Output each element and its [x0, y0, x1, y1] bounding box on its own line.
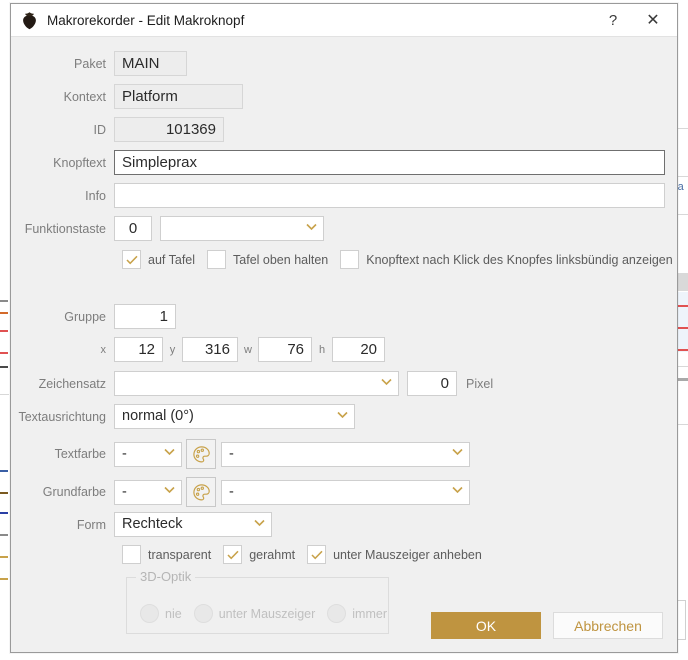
label-funktionstaste: Funktionstaste	[24, 221, 106, 236]
checkbox-box[interactable]	[122, 545, 141, 564]
kontext-field: Platform	[114, 84, 243, 109]
cancel-button[interactable]: Abbrechen	[553, 612, 663, 639]
label-zeichensatz: Zeichensatz	[38, 376, 106, 391]
row-knopftext: Knopftext Simpleprax	[11, 150, 665, 175]
checkbox-unter-mauszeiger-anheben[interactable]: unter Mauszeiger anheben	[307, 545, 494, 564]
label-form: Form	[76, 517, 106, 532]
label-y: y	[169, 343, 176, 356]
grundfarbe-wide-value: -	[229, 483, 234, 500]
row-info: Info	[11, 183, 665, 208]
funktionstaste-number-input[interactable]: 0	[114, 216, 152, 241]
row-textausrichtung: Textausrichtung normal (0°)	[11, 404, 355, 429]
label-textausrichtung: Textausrichtung	[18, 409, 106, 424]
help-button[interactable]: ?	[593, 5, 633, 36]
row-id: ID 101369	[11, 117, 224, 142]
row-form: Form Rechteck	[11, 512, 272, 537]
label-x: x	[100, 343, 107, 356]
textfarbe-palette-button[interactable]	[186, 439, 216, 469]
label-h: h	[318, 343, 326, 356]
label-textfarbe: Textfarbe	[54, 447, 106, 461]
geometry-w-input[interactable]: 76	[258, 337, 312, 362]
checkbox-box[interactable]	[122, 250, 141, 269]
chevron-down-icon	[164, 448, 175, 458]
grundfarbe-palette-button[interactable]	[186, 477, 216, 507]
form-value: Rechteck	[122, 516, 183, 532]
textausrichtung-value: normal (0°)	[122, 408, 194, 424]
label-gruppe: Gruppe	[64, 309, 106, 324]
checkbox-transparent[interactable]: transparent	[122, 545, 223, 564]
checkbox-box[interactable]	[340, 250, 360, 269]
chevron-down-icon	[452, 448, 463, 458]
chevron-down-icon	[254, 519, 265, 529]
funktionstaste-combo[interactable]	[160, 216, 324, 241]
label-w: w	[244, 343, 252, 356]
group-3d-optik-legend: 3D-Optik	[136, 569, 196, 584]
checkbox-label: gerahmt	[249, 547, 296, 562]
edit-macro-button-dialog: Makrorekorder - Edit Makroknopf ? ✕ Pake…	[10, 3, 678, 653]
textausrichtung-combo[interactable]: normal (0°)	[114, 404, 355, 429]
geometry-h-input[interactable]: 20	[332, 337, 385, 362]
grundfarbe-combo-wide[interactable]: -	[221, 479, 470, 505]
grundfarbe-small-value: -	[122, 483, 127, 500]
strawberry-icon	[21, 11, 38, 30]
checkbox-box[interactable]	[307, 545, 327, 564]
checkbox-knopftext-linksbuendig[interactable]: Knopftext nach Klick des Knopfes linksbü…	[340, 250, 684, 269]
palette-icon	[192, 445, 210, 463]
checkbox-label: auf Tafel	[148, 252, 196, 267]
checkbox-auf-tafel[interactable]: auf Tafel	[122, 250, 207, 269]
info-input[interactable]	[114, 183, 665, 208]
dialog-body: Paket MAIN Kontext Platform ID 101369 Kn…	[11, 37, 677, 653]
palette-icon	[192, 483, 210, 501]
checkbox-row-2: transparent gerahmt unter Mauszeiger anh…	[122, 545, 494, 564]
dialog-title: Makrorekorder - Edit Makroknopf	[47, 12, 245, 28]
checkbox-label: Knopftext nach Klick des Knopfes linksbü…	[366, 252, 673, 267]
knopftext-input[interactable]: Simpleprax	[114, 150, 665, 175]
chevron-down-icon	[337, 411, 348, 421]
grundfarbe-combo-small[interactable]: -	[114, 479, 182, 505]
checkbox-box[interactable]	[223, 545, 243, 564]
row-gruppe: Gruppe 1	[11, 304, 176, 329]
checkbox-label: transparent	[148, 547, 212, 562]
row-textfarbe: Textfarbe - -	[11, 439, 470, 469]
row-grundfarbe: Grundfarbe - -	[11, 477, 470, 507]
zeichensatz-size-input[interactable]: 0	[407, 371, 457, 396]
checkbox-label: Tafel oben halten	[233, 252, 329, 267]
label-info: Info	[85, 188, 106, 203]
chevron-down-icon	[306, 223, 317, 233]
label-pixel: Pixel	[466, 376, 494, 391]
textfarbe-combo-wide[interactable]: -	[221, 441, 470, 467]
ok-button[interactable]: OK	[431, 612, 541, 639]
checkbox-tafel-oben-halten[interactable]: Tafel oben halten	[207, 250, 340, 269]
label-grundfarbe: Grundfarbe	[42, 485, 106, 499]
label-knopftext: Knopftext	[53, 155, 106, 170]
geometry-x-input[interactable]: 12	[114, 337, 163, 362]
chevron-down-icon	[452, 486, 463, 496]
row-zeichensatz: Zeichensatz 0 Pixel	[11, 371, 493, 396]
chevron-down-icon	[164, 486, 175, 496]
row-geometry: x 12 y 316 w 76 h 20	[11, 337, 385, 362]
checkbox-gerahmt[interactable]: gerahmt	[223, 545, 307, 564]
textfarbe-combo-small[interactable]: -	[114, 441, 182, 467]
zeichensatz-combo[interactable]	[114, 371, 399, 396]
chevron-down-icon	[381, 378, 392, 388]
id-field: 101369	[114, 117, 224, 142]
form-combo[interactable]: Rechteck	[114, 512, 272, 537]
row-paket: Paket MAIN	[11, 51, 187, 76]
row-funktionstaste: Funktionstaste 0	[11, 216, 324, 241]
label-kontext: Kontext	[63, 89, 106, 104]
textfarbe-wide-value: -	[229, 445, 234, 462]
geometry-y-input[interactable]: 316	[182, 337, 238, 362]
label-id: ID	[93, 122, 107, 137]
dialog-footer: OK Abbrechen	[11, 612, 677, 639]
close-button[interactable]: ✕	[633, 5, 673, 36]
label-paket: Paket	[74, 56, 106, 71]
dialog-titlebar: Makrorekorder - Edit Makroknopf ? ✕	[11, 4, 677, 37]
row-kontext: Kontext Platform	[11, 84, 243, 109]
paket-field: MAIN	[114, 51, 187, 76]
checkbox-box[interactable]	[207, 250, 227, 269]
gruppe-input[interactable]: 1	[114, 304, 176, 329]
checkbox-row-1: auf Tafel Tafel oben halten Knopftext na…	[122, 250, 685, 269]
textfarbe-small-value: -	[122, 445, 127, 462]
checkbox-label: unter Mauszeiger anheben	[333, 547, 482, 562]
